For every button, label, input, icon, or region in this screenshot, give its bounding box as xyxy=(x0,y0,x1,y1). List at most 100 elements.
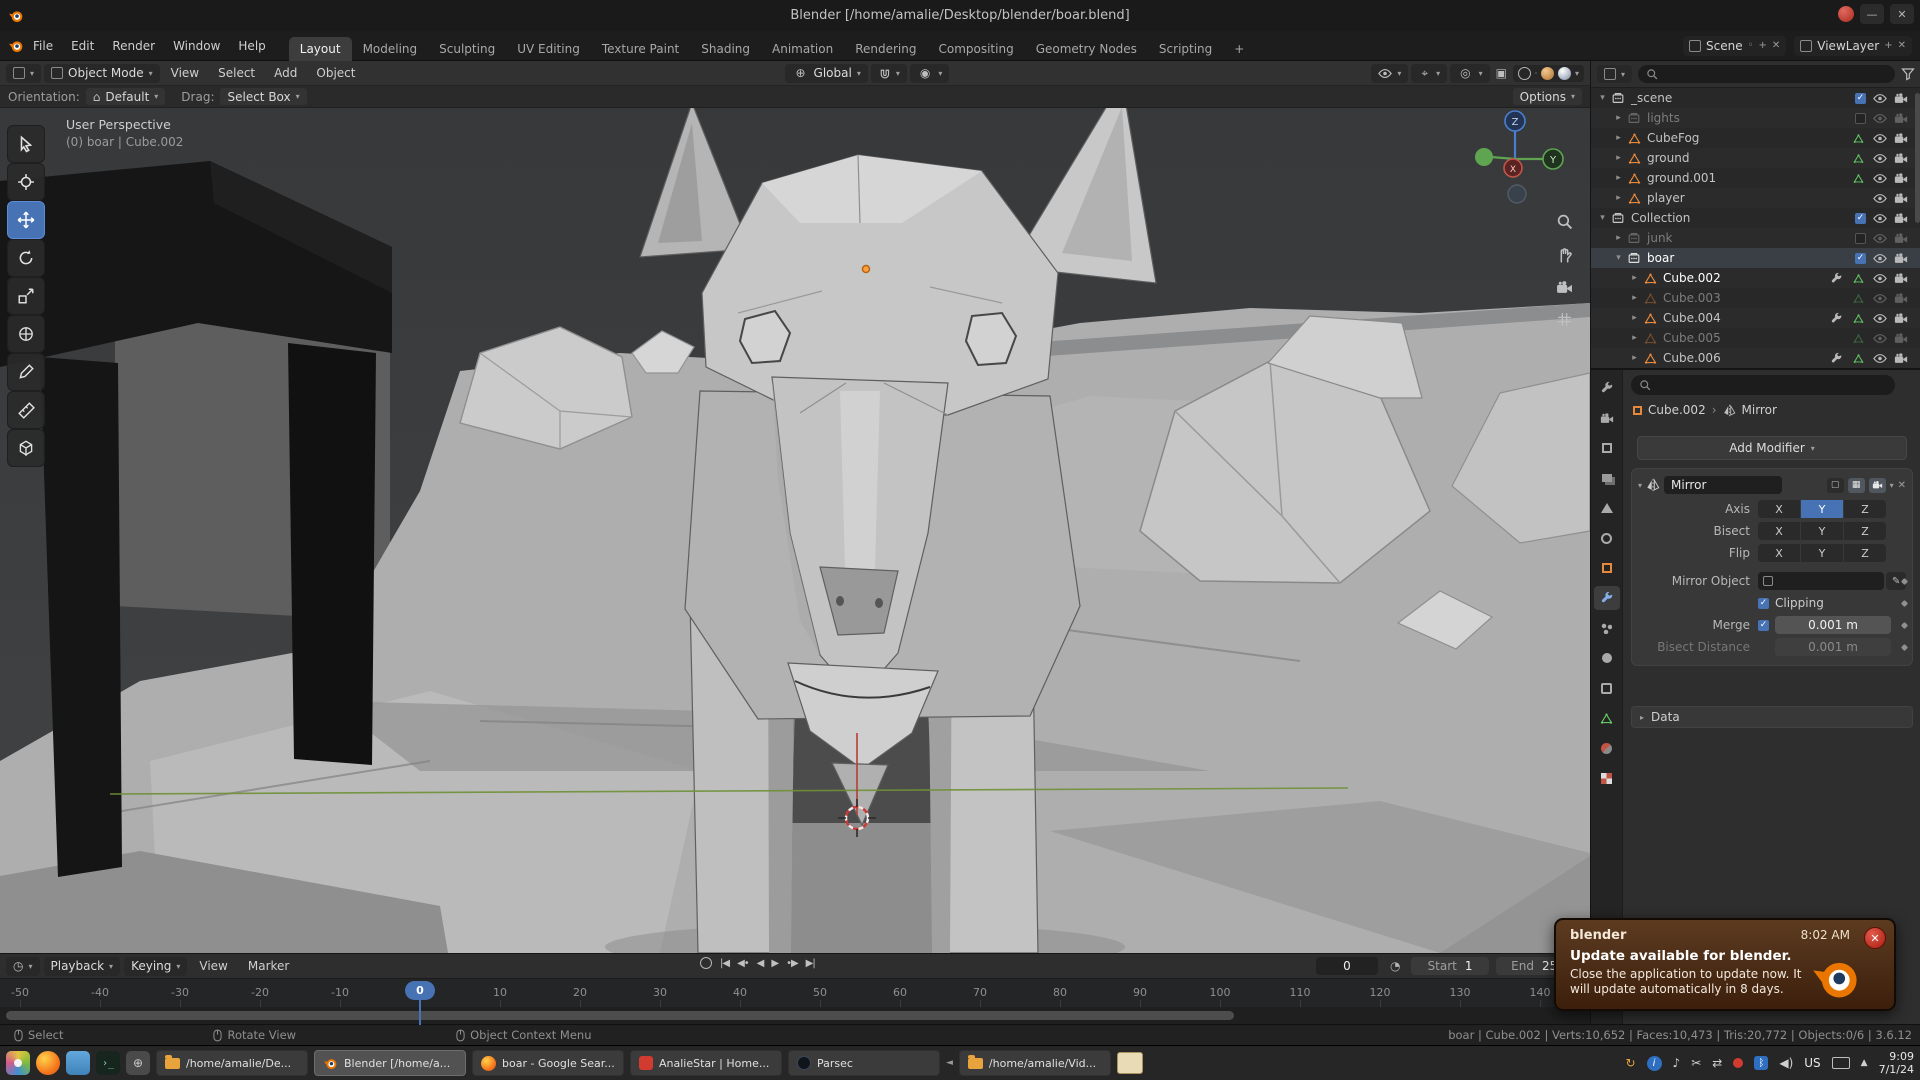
flip-y-button[interactable]: Y xyxy=(1801,544,1843,562)
taskbar-app-blender[interactable]: Blender [/home/a... xyxy=(314,1050,466,1076)
tab-material[interactable] xyxy=(1594,736,1620,760)
update-tray-icon[interactable]: ↻ xyxy=(1625,1056,1635,1070)
outliner-row-cube006[interactable]: ▸Cube.006 xyxy=(1591,348,1920,368)
keyboard-tray-icon[interactable] xyxy=(1832,1057,1850,1069)
modifier-name-field[interactable]: Mirror xyxy=(1664,476,1782,494)
timeline-view-menu[interactable]: View xyxy=(191,959,235,973)
use-preview-range-icon[interactable]: ◔ xyxy=(1390,959,1400,973)
tab-compositing[interactable]: Compositing xyxy=(927,37,1024,61)
viewlayer-selector[interactable]: ViewLayer + ✕ xyxy=(1794,36,1912,56)
pan-hand-icon[interactable] xyxy=(1552,243,1576,267)
tab-uv-editing[interactable]: UV Editing xyxy=(506,37,591,61)
eye-icon[interactable] xyxy=(1873,354,1887,363)
tab-scripting[interactable]: Scripting xyxy=(1148,37,1223,61)
eye-icon[interactable] xyxy=(1873,134,1887,143)
tab-modifiers[interactable] xyxy=(1594,586,1620,610)
scene-new-icon[interactable]: + xyxy=(1759,40,1767,51)
outliner-row-ground001[interactable]: ▸ground.001 xyxy=(1591,168,1920,188)
timeline-scrollbar[interactable] xyxy=(0,1007,1590,1024)
bisect-distance-field[interactable]: 0.001 m xyxy=(1775,638,1891,656)
window-preview-icon[interactable] xyxy=(1117,1052,1143,1074)
tab-texture-paint[interactable]: Texture Paint xyxy=(591,37,690,61)
orientation-dropdown[interactable]: ⌂Default▾ xyxy=(86,88,166,105)
modifier-wrench-icon[interactable] xyxy=(1830,352,1843,365)
bisect-y-button[interactable]: Y xyxy=(1801,522,1843,540)
overlays-dropdown[interactable]: ◎▾ xyxy=(1450,64,1490,83)
add-modifier-button[interactable]: Add Modifier▾ xyxy=(1637,436,1907,460)
scene-browse-icon[interactable] xyxy=(1689,40,1701,52)
tab-add-workspace[interactable]: + xyxy=(1223,37,1255,61)
tab-rendering[interactable]: Rendering xyxy=(844,37,927,61)
settings-launcher-icon[interactable]: ⊕ xyxy=(126,1051,150,1075)
axis-z-button[interactable]: Z xyxy=(1844,500,1886,518)
tab-view-layer[interactable] xyxy=(1594,466,1620,490)
camera-icon[interactable] xyxy=(1894,93,1908,104)
eye-icon[interactable] xyxy=(1873,334,1887,343)
menu-file[interactable]: File xyxy=(24,31,62,61)
snap-toggle[interactable]: ▾ xyxy=(871,64,907,83)
keyboard-layout[interactable]: US xyxy=(1804,1056,1820,1070)
shading-options-caret[interactable]: ▾ xyxy=(1575,69,1579,78)
ortho-grid-icon[interactable] xyxy=(1552,307,1576,331)
realtime-toggle[interactable]: ▦ xyxy=(1848,478,1865,493)
axis-x-button[interactable]: X xyxy=(1758,500,1800,518)
camera-icon[interactable] xyxy=(1894,133,1908,144)
eye-icon[interactable] xyxy=(1873,314,1887,323)
modifier-extras-caret[interactable]: ▾ xyxy=(1890,481,1894,490)
menu-edit[interactable]: Edit xyxy=(62,31,103,61)
camera-icon[interactable] xyxy=(1894,113,1908,124)
zoom-icon[interactable] xyxy=(1552,209,1576,233)
viewlayer-new-icon[interactable]: + xyxy=(1884,40,1892,51)
tab-geometry-nodes[interactable]: Geometry Nodes xyxy=(1025,37,1148,61)
taskbar-app-files[interactable]: /home/amalie/De... xyxy=(156,1050,308,1076)
clipping-checkbox[interactable]: ✓ xyxy=(1758,598,1769,609)
menu-select[interactable]: Select xyxy=(210,66,263,80)
outliner-row-junk[interactable]: ▸junk xyxy=(1591,228,1920,248)
eye-icon[interactable] xyxy=(1873,174,1887,183)
files-launcher-icon[interactable] xyxy=(66,1051,90,1075)
camera-icon[interactable] xyxy=(1894,173,1908,184)
outliner-scrollbar[interactable] xyxy=(1915,93,1920,223)
menu-help[interactable]: Help xyxy=(229,31,274,61)
scene-unlink-icon[interactable]: ✕ xyxy=(1772,40,1780,51)
taskbar-clock[interactable]: 9:09 7/1/24 xyxy=(1879,1050,1914,1076)
menu-render[interactable]: Render xyxy=(103,31,164,61)
scene-selector[interactable]: Scene ◦ + ✕ xyxy=(1683,36,1786,56)
notification-close-button[interactable]: ✕ xyxy=(1864,927,1886,949)
merge-checkbox[interactable]: ✓ xyxy=(1758,620,1769,631)
outliner-row-lights[interactable]: ▸lights xyxy=(1591,108,1920,128)
bisect-z-button[interactable]: Z xyxy=(1844,522,1886,540)
outliner-row-cube002[interactable]: ▸Cube.002 xyxy=(1591,268,1920,288)
proportional-edit-toggle[interactable]: ◉▾ xyxy=(910,64,950,83)
auto-keying-toggle[interactable] xyxy=(700,957,712,969)
play-reverse-button[interactable]: ◀ xyxy=(757,958,764,969)
tool-scale[interactable] xyxy=(7,277,45,315)
close-button[interactable]: ✕ xyxy=(1890,4,1914,24)
tab-world[interactable] xyxy=(1594,526,1620,550)
camera-icon[interactable] xyxy=(1894,233,1908,244)
flip-z-button[interactable]: Z xyxy=(1844,544,1886,562)
play-button[interactable]: ▶ xyxy=(771,958,778,969)
update-indicator-icon[interactable] xyxy=(1838,6,1854,22)
playhead[interactable]: 0 xyxy=(405,981,435,1000)
tab-physics[interactable] xyxy=(1594,646,1620,670)
tool-transform[interactable] xyxy=(7,315,45,353)
tab-output[interactable] xyxy=(1594,436,1620,460)
info-tray-icon[interactable]: i xyxy=(1647,1056,1662,1071)
render-toggle[interactable] xyxy=(1869,478,1886,493)
record-tray-icon[interactable] xyxy=(1733,1058,1743,1068)
minimize-button[interactable]: — xyxy=(1860,4,1884,24)
tab-texture[interactable] xyxy=(1594,766,1620,790)
outliner-row-cube004[interactable]: ▸Cube.004 xyxy=(1591,308,1920,328)
outliner-search-input[interactable] xyxy=(1638,65,1895,83)
network-tray-icon[interactable]: ⇄ xyxy=(1712,1056,1722,1070)
tab-tool[interactable] xyxy=(1594,376,1620,400)
outliner-row-boar[interactable]: ▾boar ✓ xyxy=(1591,248,1920,268)
editmode-toggle[interactable]: ▢ xyxy=(1827,478,1844,493)
clipboard-tray-icon[interactable]: ✂ xyxy=(1691,1056,1701,1070)
breadcrumb-object[interactable]: Cube.002 xyxy=(1648,403,1706,417)
collection-checkbox[interactable]: ✓ xyxy=(1855,93,1866,104)
collection-checkbox[interactable]: ✓ xyxy=(1855,213,1866,224)
taskbar-app-videos[interactable]: /home/amalie/Vid... xyxy=(959,1050,1111,1076)
taskbar-app-firefox[interactable]: boar - Google Sear... xyxy=(472,1050,624,1076)
